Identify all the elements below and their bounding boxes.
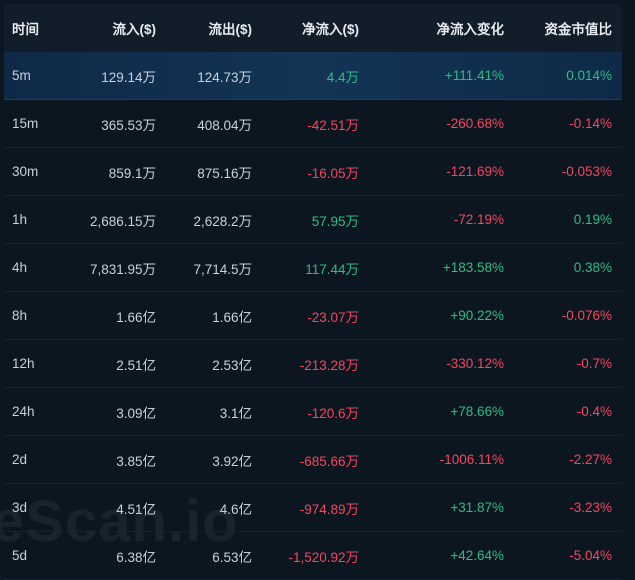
cell-fund-mcap-ratio: -5.04% <box>569 548 612 563</box>
cell-net-inflow-change: +42.64% <box>450 548 504 563</box>
cell-timeframe: 15m <box>12 116 39 131</box>
cell-timeframe: 24h <box>12 404 35 419</box>
cell-net-inflow: -1,520.92万 <box>288 549 359 565</box>
table-body: 5m 129.14万 124.73万 4.4万 +111.41% 0.014% 15m 365… <box>4 52 622 580</box>
cell-inflow: 7,831.95万 <box>89 261 156 277</box>
cell-timeframe: 1h <box>12 212 28 227</box>
table-row[interactable]: 24h 3.09亿 3.1亿 -120.6万 +78.66% -0.4% <box>4 388 622 436</box>
cell-outflow: 4.6亿 <box>219 501 252 517</box>
cell-net-inflow-change: -1006.11% <box>439 452 504 467</box>
cell-outflow: 2,628.2万 <box>193 213 252 229</box>
cell-fund-mcap-ratio: -0.14% <box>569 116 612 131</box>
cell-outflow: 3.92亿 <box>212 453 252 469</box>
table-header: 时间 流入($) 流出($) 净流入($) 净流入变化 资金市值比 <box>4 4 622 52</box>
cell-outflow: 408.04万 <box>197 117 252 133</box>
cell-net-inflow-change: +90.22% <box>450 308 504 323</box>
header-time[interactable]: 时间 <box>4 18 68 38</box>
cell-net-inflow: 117.44万 <box>305 261 359 277</box>
cell-outflow: 7,714.5万 <box>193 261 252 277</box>
table-row[interactable]: 30m 859.1万 875.16万 -16.05万 -121.69% -0.053% <box>4 148 622 196</box>
cell-net-inflow-change: -260.68% <box>446 116 504 131</box>
cell-net-inflow: 57.95万 <box>311 213 359 229</box>
cell-timeframe: 4h <box>12 260 28 275</box>
cell-inflow: 3.09亿 <box>116 405 156 421</box>
table-row[interactable]: 8h 1.66亿 1.66亿 -23.07万 +90.22% -0.076% <box>4 292 622 340</box>
cell-net-inflow-change: +183.58% <box>442 260 504 275</box>
cell-timeframe: 30m <box>12 164 39 179</box>
cell-outflow: 3.1亿 <box>219 405 252 421</box>
cell-fund-mcap-ratio: -0.4% <box>576 404 612 419</box>
cell-inflow: 1.66亿 <box>116 309 156 325</box>
table-row[interactable]: 1h 2,686.15万 2,628.2万 57.95万 -72.19% 0.19% <box>4 196 622 244</box>
cell-timeframe: 8h <box>12 308 28 323</box>
cell-net-inflow: -120.6万 <box>307 405 359 421</box>
cell-inflow: 365.53万 <box>101 117 156 133</box>
table-row[interactable]: 15m 365.53万 408.04万 -42.51万 -260.68% -0.14% <box>4 100 622 148</box>
table-row[interactable]: 4h 7,831.95万 7,714.5万 117.44万 +183.58% 0.38% <box>4 244 622 292</box>
cell-net-inflow: -16.05万 <box>307 165 359 181</box>
cell-inflow: 129.14万 <box>101 69 156 85</box>
fund-flow-table: 时间 流入($) 流出($) 净流入($) 净流入变化 资金市值比 5m 129.… <box>4 4 622 580</box>
header-outflow[interactable]: 流出($) <box>156 18 253 38</box>
cell-net-inflow: -685.66万 <box>299 453 359 469</box>
table-row[interactable]: 12h 2.51亿 2.53亿 -213.28万 -330.12% -0.7% <box>4 340 622 388</box>
cell-inflow: 2,686.15万 <box>89 213 156 229</box>
cell-timeframe: 2d <box>12 452 28 467</box>
cell-fund-mcap-ratio: -3.23% <box>569 500 612 515</box>
cell-fund-mcap-ratio: 0.014% <box>566 68 612 83</box>
table-row[interactable]: 3d 4.51亿 4.6亿 -974.89万 +31.87% -3.23% <box>4 484 622 532</box>
cell-outflow: 124.73万 <box>197 69 252 85</box>
cell-timeframe: 5d <box>12 548 28 563</box>
cell-fund-mcap-ratio: 0.38% <box>573 260 612 275</box>
cell-fund-mcap-ratio: -0.7% <box>576 356 612 371</box>
cell-timeframe: 5m <box>12 68 31 83</box>
cell-outflow: 2.53亿 <box>212 357 252 373</box>
cell-net-inflow-change: -330.12% <box>446 356 504 371</box>
cell-fund-mcap-ratio: -2.27% <box>569 452 612 467</box>
cell-net-inflow: -974.89万 <box>299 501 359 517</box>
header-inflow[interactable]: 流入($) <box>68 18 157 38</box>
cell-net-inflow: -213.28万 <box>299 357 359 373</box>
cell-timeframe: 3d <box>12 500 28 515</box>
cell-outflow: 875.16万 <box>197 165 252 181</box>
cell-inflow: 2.51亿 <box>116 357 156 373</box>
cell-inflow: 6.38亿 <box>116 549 156 565</box>
cell-inflow: 859.1万 <box>108 165 156 181</box>
cell-net-inflow: -42.51万 <box>307 117 359 133</box>
cell-fund-mcap-ratio: 0.19% <box>573 212 612 227</box>
header-net-inflow-change[interactable]: 净流入变化 <box>359 18 505 38</box>
cell-outflow: 6.53亿 <box>212 549 252 565</box>
cell-net-inflow-change: +78.66% <box>450 404 504 419</box>
cell-net-inflow-change: +111.41% <box>444 68 504 83</box>
cell-timeframe: 12h <box>12 356 35 371</box>
cell-inflow: 4.51亿 <box>116 501 156 517</box>
table-row[interactable]: 2d 3.85亿 3.92亿 -685.66万 -1006.11% -2.27% <box>4 436 622 484</box>
cell-net-inflow-change: +31.87% <box>450 500 504 515</box>
cell-net-inflow-change: -72.19% <box>453 212 504 227</box>
cell-fund-mcap-ratio: -0.076% <box>561 308 612 323</box>
table-row[interactable]: 5d 6.38亿 6.53亿 -1,520.92万 +42.64% -5.04% <box>4 532 622 580</box>
cell-net-inflow: -23.07万 <box>307 309 359 325</box>
header-net-inflow[interactable]: 净流入($) <box>252 18 359 38</box>
table-row[interactable]: 5m 129.14万 124.73万 4.4万 +111.41% 0.014% <box>4 52 622 100</box>
header-fund-mcap-ratio[interactable]: 资金市值比 <box>504 18 614 38</box>
cell-net-inflow: 4.4万 <box>326 69 359 85</box>
cell-outflow: 1.66亿 <box>212 309 252 325</box>
cell-net-inflow-change: -121.69% <box>446 164 504 179</box>
cell-fund-mcap-ratio: -0.053% <box>561 164 612 179</box>
cell-inflow: 3.85亿 <box>116 453 156 469</box>
